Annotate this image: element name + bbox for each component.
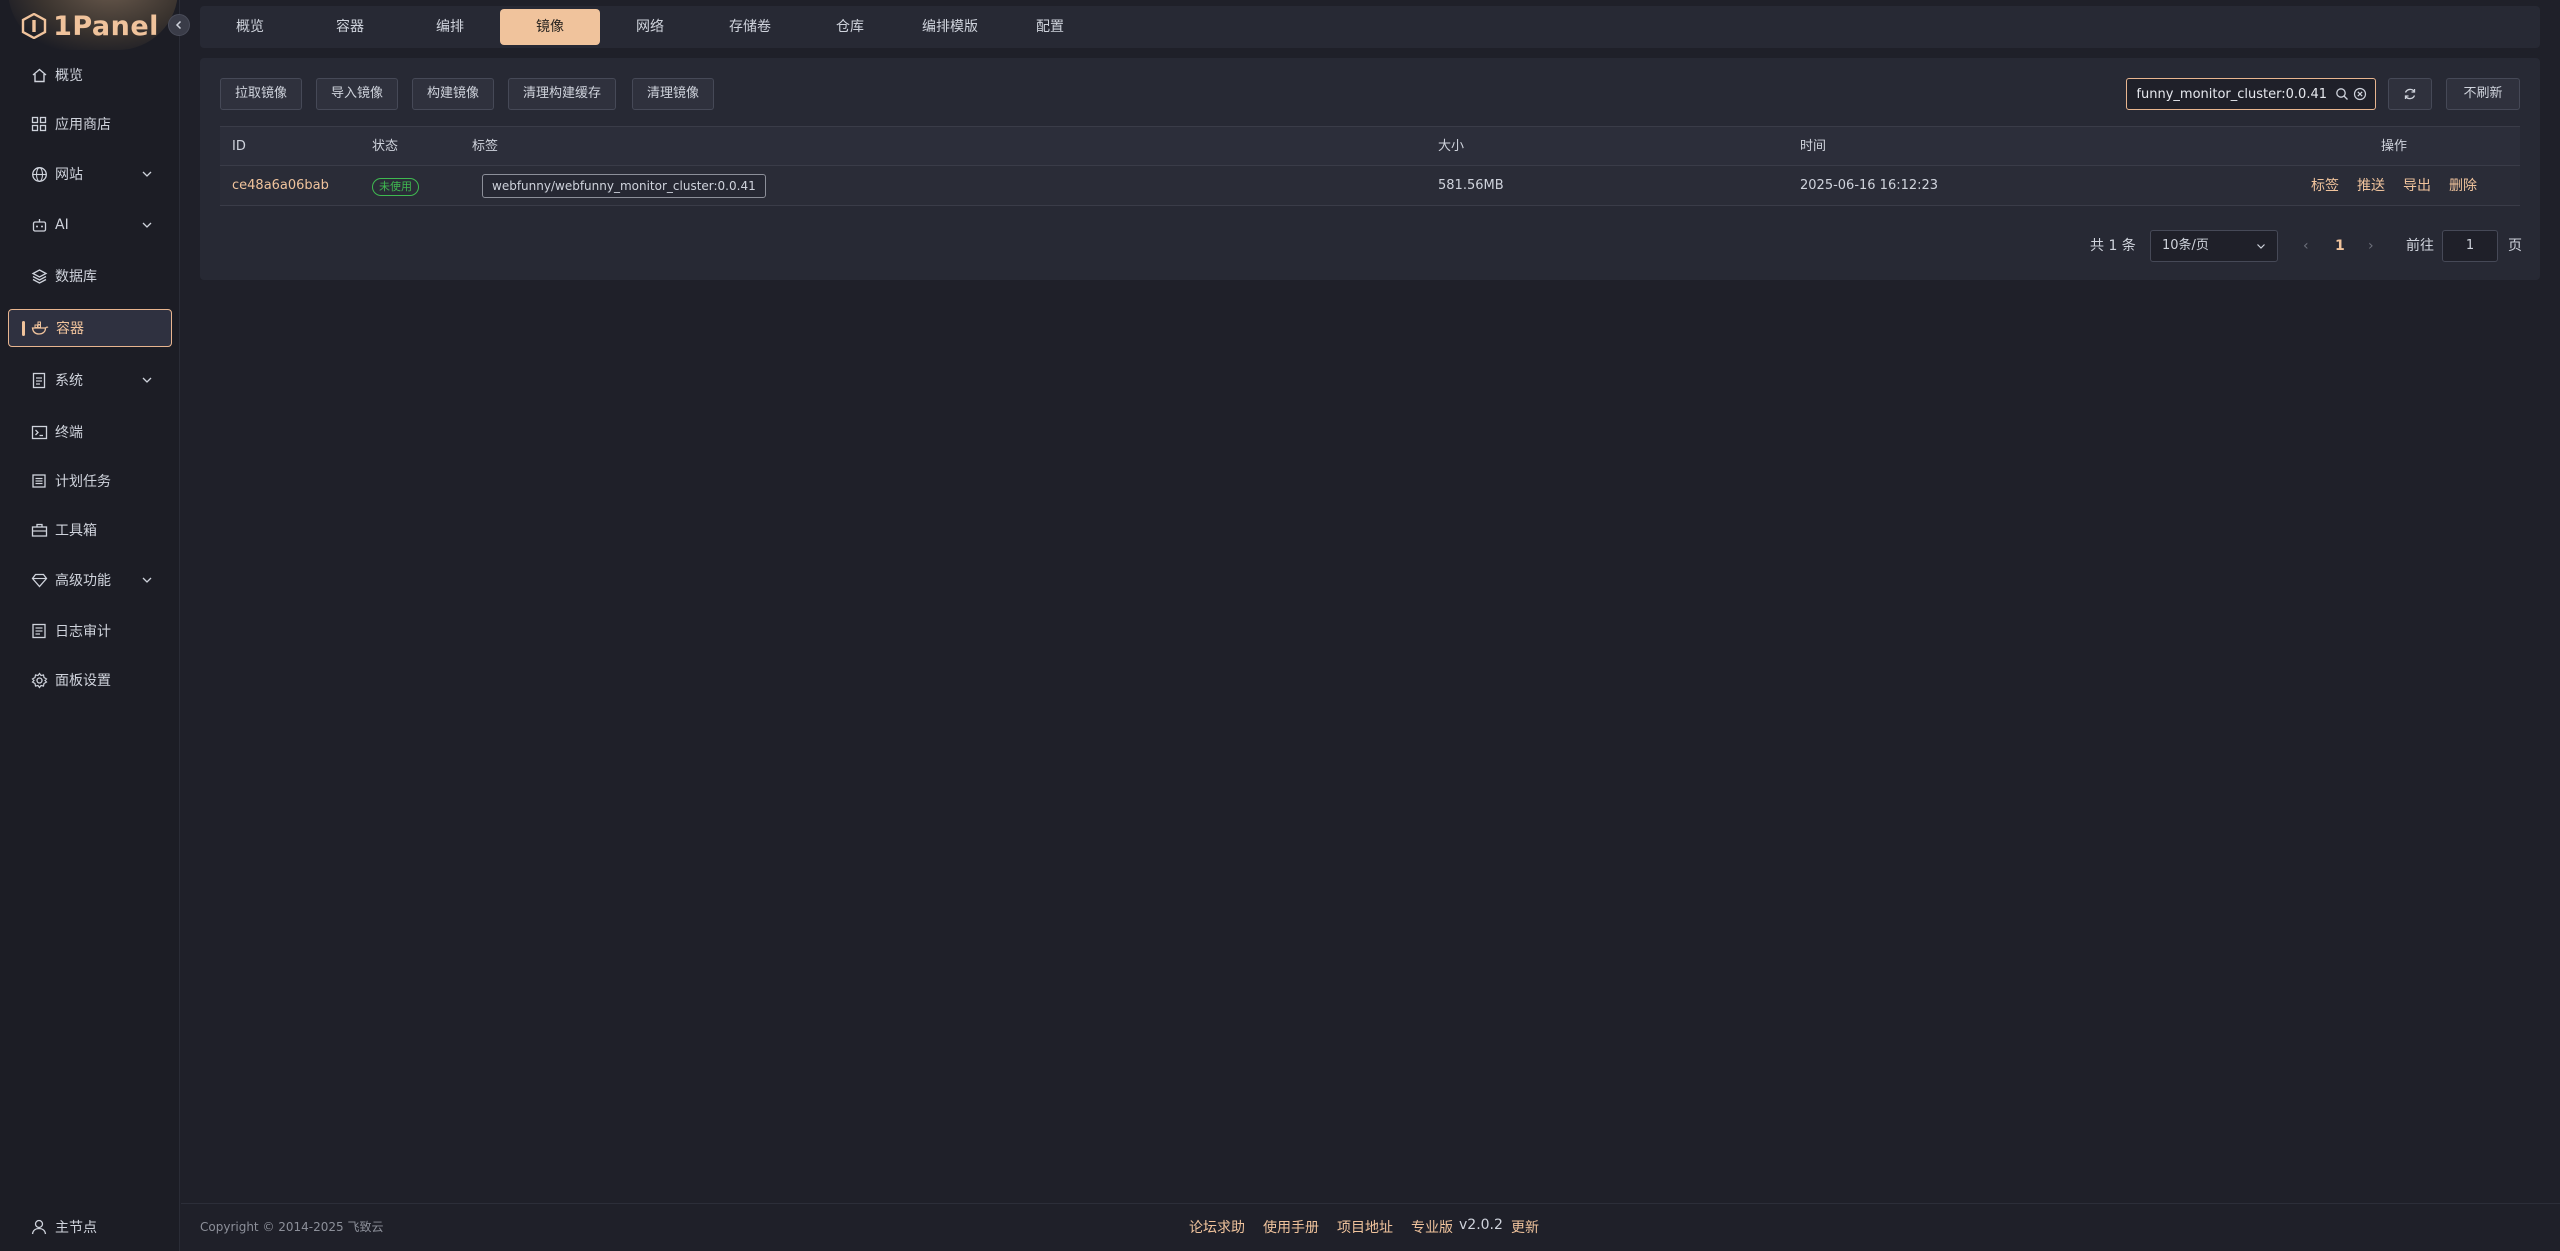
prune-build-cache-button[interactable]: 清理构建缓存 <box>508 78 617 110</box>
page-number-current[interactable]: 1 <box>2335 230 2345 262</box>
tab-images[interactable]: 镜像 <box>500 9 600 45</box>
tab-volumes[interactable]: 存储卷 <box>700 9 800 45</box>
pro-edition-link[interactable]: 专业版 <box>1411 1217 1453 1237</box>
sidebar: 1Panel 概览 应用商店 网站 AI 数据库 容器 系统 终端 计划任务 工… <box>0 0 190 1251</box>
search-icon[interactable] <box>2335 87 2349 101</box>
delete-button[interactable]: 删除 <box>2449 166 2477 206</box>
search-box[interactable] <box>2126 78 2376 110</box>
tab-compose[interactable]: 编排 <box>400 9 500 45</box>
page-suffix: 页 <box>2508 238 2522 254</box>
tag-button[interactable]: 标签 <box>2311 166 2339 206</box>
tab-overview[interactable]: 概览 <box>200 9 300 45</box>
sidebar-item-toolbox[interactable]: 工具箱 <box>8 511 172 549</box>
footer: Copyright © 2014-2025 飞致云 论坛求助 使用手册 项目地址… <box>181 1203 2560 1251</box>
goto-page-input[interactable]: 1 <box>2442 230 2498 262</box>
project-link[interactable]: 项目地址 <box>1337 1217 1393 1237</box>
grid-icon <box>30 115 48 133</box>
goto-label: 前往 <box>2406 238 2434 254</box>
logo: 1Panel <box>0 0 180 52</box>
sidebar-item-cronjob[interactable]: 计划任务 <box>8 462 172 500</box>
layers-icon <box>30 267 48 285</box>
tab-containers[interactable]: 容器 <box>300 9 400 45</box>
prune-images-button[interactable]: 清理镜像 <box>632 78 715 110</box>
sidebar-item-database[interactable]: 数据库 <box>8 257 172 295</box>
next-page-button[interactable]: › <box>2368 230 2374 262</box>
sidebar-item-container[interactable]: 容器 <box>8 309 172 347</box>
column-header-time: 时间 <box>1800 139 1827 154</box>
version-text: v2.0.2 <box>1459 1217 1503 1233</box>
manual-link[interactable]: 使用手册 <box>1263 1217 1319 1237</box>
image-created-time: 2025-06-16 16:12:23 <box>1800 178 1939 193</box>
update-link[interactable]: 更新 <box>1511 1217 1539 1237</box>
images-card: 拉取镜像 导入镜像 构建镜像 清理构建缓存 清理镜像 不刷新 ID 状态 标签 … <box>200 58 2540 280</box>
table-row: ce48a6a06bab 未使用 webfunny/webfunny_monit… <box>220 166 2520 206</box>
toolbox-icon <box>30 521 48 539</box>
file-icon <box>30 371 48 389</box>
sidebar-item-appstore[interactable]: 应用商店 <box>8 105 172 143</box>
image-tag-chip: webfunny/webfunny_monitor_cluster:0.0.41 <box>482 174 766 198</box>
sidebar-item-website[interactable]: 网站 <box>8 155 172 193</box>
chevron-down-icon <box>142 577 152 583</box>
chevron-down-icon <box>142 222 152 228</box>
image-size: 581.56MB <box>1438 178 1504 193</box>
column-header-ops: 操作 <box>2381 139 2408 154</box>
image-id-link[interactable]: ce48a6a06bab <box>232 166 329 206</box>
globe-icon <box>30 165 48 183</box>
robot-icon <box>30 216 48 234</box>
home-icon <box>30 66 48 84</box>
tab-config[interactable]: 配置 <box>1000 9 1100 45</box>
logo-icon <box>21 13 47 39</box>
auto-refresh-select[interactable]: 不刷新 <box>2446 78 2520 110</box>
table-header: ID 状态 标签 大小 时间 操作 <box>220 126 2520 166</box>
list-icon <box>30 472 48 490</box>
refresh-button[interactable] <box>2388 78 2432 110</box>
column-header-status: 状态 <box>372 139 399 154</box>
docker-icon <box>31 319 49 337</box>
sidebar-item-system[interactable]: 系统 <box>8 361 172 399</box>
copyright-text: Copyright © 2014-2025 飞致云 <box>200 1220 384 1234</box>
sidebar-item-settings[interactable]: 面板设置 <box>8 661 172 699</box>
user-icon <box>31 1219 47 1235</box>
column-header-id: ID <box>232 139 246 154</box>
chevron-down-icon <box>142 377 152 383</box>
import-image-button[interactable]: 导入镜像 <box>316 78 399 110</box>
column-header-tags: 标签 <box>472 139 499 154</box>
tab-compose-templates[interactable]: 编排模版 <box>900 9 1000 45</box>
chevron-down-icon <box>2257 244 2265 249</box>
build-image-button[interactable]: 构建镜像 <box>412 78 495 110</box>
refresh-icon <box>2404 88 2416 100</box>
top-tabs: 概览 容器 编排 镜像 网络 存储卷 仓库 编排模版 配置 <box>200 6 2540 48</box>
gear-icon <box>30 671 48 689</box>
sidebar-item-logs[interactable]: 日志审计 <box>8 612 172 650</box>
log-icon <box>30 622 48 640</box>
column-header-size: 大小 <box>1438 139 1465 154</box>
status-badge: 未使用 <box>372 178 419 196</box>
prev-page-button[interactable]: ‹ <box>2303 230 2309 262</box>
logo-text: 1Panel <box>53 10 159 42</box>
chevron-down-icon <box>142 171 152 177</box>
terminal-icon <box>30 423 48 441</box>
sidebar-item-ai[interactable]: AI <box>8 206 172 244</box>
diamond-icon <box>30 571 48 589</box>
node-selector[interactable]: 主节点 <box>8 1212 172 1242</box>
sidebar-item-overview[interactable]: 概览 <box>8 56 172 94</box>
export-button[interactable]: 导出 <box>2403 166 2431 206</box>
sidebar-item-advanced[interactable]: 高级功能 <box>8 561 172 599</box>
tab-network[interactable]: 网络 <box>600 9 700 45</box>
page-size-select[interactable]: 10条/页 <box>2150 230 2278 262</box>
chevron-left-icon <box>175 20 182 30</box>
sidebar-item-terminal[interactable]: 终端 <box>8 413 172 451</box>
forum-link[interactable]: 论坛求助 <box>1189 1217 1245 1237</box>
tab-repositories[interactable]: 仓库 <box>800 9 900 45</box>
search-input[interactable] <box>2137 86 2327 102</box>
clear-icon[interactable] <box>2353 87 2367 101</box>
pagination-total: 共 1 条 <box>2090 238 2136 254</box>
push-button[interactable]: 推送 <box>2357 166 2385 206</box>
collapse-sidebar-button[interactable] <box>168 14 190 36</box>
pull-image-button[interactable]: 拉取镜像 <box>220 78 303 110</box>
active-indicator <box>22 321 25 336</box>
